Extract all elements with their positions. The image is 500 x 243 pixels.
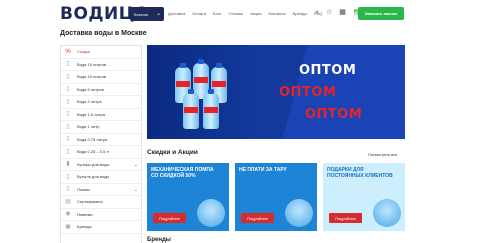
banner-headline-3: ОПТОМ — [305, 107, 363, 122]
chevron-down-icon: ⌄ — [155, 11, 161, 17]
sidebar-item-brands[interactable]: ▣ Бренды — [61, 221, 141, 234]
water-bottle-image — [183, 89, 199, 129]
sidebar-item-label: Кулеры для воды — [77, 161, 110, 167]
catalog-button[interactable]: Каталог ⌄ — [130, 7, 164, 21]
sidebar-item-label: Вода 1.5 литра — [77, 111, 105, 117]
favorites-icon[interactable]: ☆ — [326, 9, 332, 16]
bottle-icon: ▯ — [66, 61, 70, 68]
sidebar-item-label: Вода 5 литров — [77, 86, 104, 92]
sidebar-item-pumps[interactable]: ▯ Помпы ⌄ — [61, 184, 141, 196]
bottle-icon: ▯ — [66, 136, 70, 143]
sidebar-item-water-19l[interactable]: ▯ Вода 19 литров — [61, 59, 141, 71]
nav-link-blog[interactable]: Блог — [213, 11, 222, 16]
chevron-down-icon[interactable]: ⌄ — [134, 162, 138, 168]
sidebar-item-label: Сертификаты — [77, 199, 103, 205]
sidebar-item-coolers[interactable]: ▮ Кулеры для воды ⌄ — [61, 159, 141, 171]
category-sidebar: % Скидки ▯ Вода 19 литров ▯ Вода 10 литр… — [60, 45, 142, 243]
promo-text: Подарки для постоянных клиентов — [327, 167, 393, 179]
wholesale-banner[interactable]: ОПТОМ ОПТОМ ОПТОМ — [147, 45, 405, 139]
bottle-icon: ▯ — [66, 111, 70, 118]
pump-image — [197, 199, 225, 227]
sidebar-item-bottles[interactable]: ▯ Бутыли для воды — [61, 171, 141, 184]
nav-link-brands[interactable]: Бренды — [293, 11, 308, 16]
bottle-icon: ▯ — [66, 98, 70, 105]
nav-link-delivery[interactable]: Доставка — [168, 11, 185, 16]
banner-headline-2: ОПТОМ — [279, 85, 337, 100]
nav-link-promotions[interactable]: Акции — [250, 11, 261, 16]
sidebar-item-label: Вода 2 литра — [77, 99, 102, 105]
promo-card-gifts[interactable]: Подарки для постоянных клиентов Подробне… — [323, 163, 405, 231]
new-icon: ◉ — [65, 211, 71, 218]
brand-icon: ▣ — [65, 223, 71, 230]
gifts-image — [373, 199, 401, 227]
next-section-title: Бренды — [147, 237, 171, 243]
banner-headline-1: ОПТОМ — [299, 63, 357, 78]
sidebar-item-label: Вода 19 литров — [77, 61, 107, 67]
header-icons: ⌕ ☆ ▦ 🛒︎ — [315, 9, 362, 16]
pump-icon: ▯ — [66, 186, 70, 193]
cooler-icon: ▮ — [66, 161, 70, 168]
nav-link-reviews[interactable]: Отзывы — [229, 11, 244, 16]
sidebar-item-water-0-75l[interactable]: ▯ Вода 0.75 литра — [61, 134, 141, 146]
compare-icon[interactable]: ▦ — [339, 9, 346, 16]
sidebar-item-water-1l[interactable]: ▯ Вода 1 литр — [61, 121, 141, 134]
sidebar-item-water-1-5l[interactable]: ▯ Вода 1.5 литра — [61, 109, 141, 121]
search-icon[interactable]: ⌕ — [315, 9, 319, 16]
sidebar-item-new[interactable]: ◉ Новинки — [61, 209, 141, 221]
sidebar-item-label: Вода 0.25 – 0.5 л — [77, 149, 109, 155]
sidebar-item-water-2l[interactable]: ▯ Вода 2 литра — [61, 96, 141, 109]
sidebar-item-discounts[interactable]: % Скидки — [61, 46, 141, 59]
sidebar-item-label: Вода 10 литров — [77, 74, 107, 80]
page-title: Доставка воды в Москве — [60, 30, 147, 37]
nav-link-payment[interactable]: Оплата — [192, 11, 206, 16]
details-button[interactable]: Подробнее — [241, 213, 274, 223]
promo-text: Не плати за тару — [239, 167, 287, 173]
sidebar-item-water-10l[interactable]: ▯ Вода 10 литров — [61, 71, 141, 84]
water-bottle-image — [203, 89, 219, 129]
sidebar-item-label: Бренды — [77, 224, 92, 230]
promo-text: Механическая помпа со скидкой 50% — [151, 167, 214, 179]
bottle-icon: ▯ — [66, 73, 70, 80]
site-header: ВОДИЦА Каталог ⌄ Доставка Оплата Блог От… — [0, 0, 500, 30]
sidebar-item-label: Новинки — [77, 211, 93, 217]
details-button[interactable]: Подробнее — [329, 213, 362, 223]
certificate-icon: ▤ — [65, 198, 71, 205]
bottle-icon: ▯ — [66, 173, 70, 180]
percent-icon: % — [65, 48, 71, 55]
catalog-label: Каталог — [134, 11, 149, 17]
chevron-down-icon[interactable]: ⌄ — [134, 187, 138, 193]
main-nav: Доставка Оплата Блог Отзывы Акции Контак… — [168, 11, 322, 16]
section-title: Скидки и Акции — [147, 149, 198, 156]
sidebar-item-label: Бутыли для воды — [77, 174, 110, 180]
sidebar-item-label: Вода 1 литр — [77, 124, 100, 130]
promo-card-container[interactable]: Не плати за тару Подробнее — [235, 163, 317, 231]
details-button[interactable]: Подробнее — [153, 213, 186, 223]
sidebar-item-label: Вода 0.75 литра — [77, 136, 108, 142]
sidebar-item-water-small[interactable]: ▯ Вода 0.25 – 0.5 л — [61, 146, 141, 159]
see-all-link[interactable]: Посмотреть все — [368, 152, 397, 157]
promo-card-pump[interactable]: Механическая помпа со скидкой 50% Подроб… — [147, 163, 229, 231]
nav-link-contacts[interactable]: Контакты — [268, 11, 285, 16]
bottles-image — [285, 199, 313, 227]
sidebar-item-water-5l[interactable]: ▯ Вода 5 литров — [61, 84, 141, 96]
sidebar-item-label: Скидки — [77, 49, 91, 55]
bottle-icon: ▯ — [66, 123, 70, 130]
bottle-icon: ▯ — [66, 86, 70, 93]
bottle-icon: ▯ — [66, 148, 70, 155]
sidebar-item-label: Помпы — [77, 186, 90, 192]
call-request-button[interactable]: Заказать звонок — [358, 7, 404, 20]
sidebar-item-certificates[interactable]: ▤ Сертификаты — [61, 196, 141, 209]
